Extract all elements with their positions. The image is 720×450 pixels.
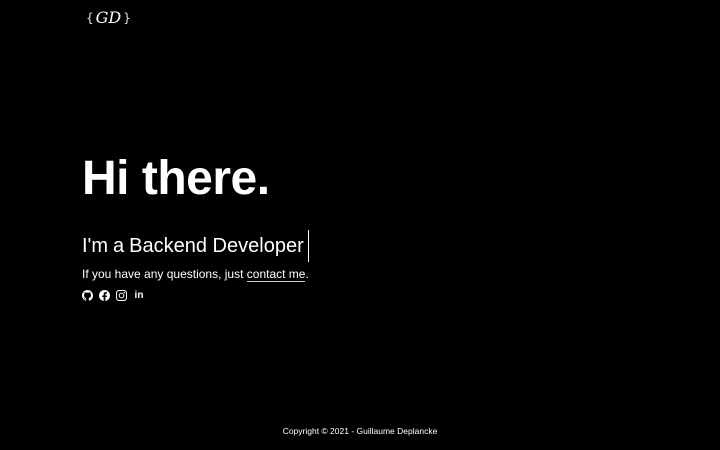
- footer: Copyright © 2021 - Guillaume Deplancke: [0, 425, 720, 437]
- logo-right-brace: }: [123, 10, 131, 25]
- github-icon: [82, 290, 93, 301]
- logo-initials: GD: [95, 8, 122, 27]
- contact-text-after: .: [305, 267, 309, 281]
- contact-line: If you have any questions, just contact …: [82, 266, 642, 283]
- instagram-icon: [116, 290, 127, 301]
- github-link[interactable]: [82, 290, 93, 301]
- facebook-link[interactable]: [99, 290, 110, 301]
- hero-section: Hi there. I'm a Backend Developer If you…: [82, 150, 642, 301]
- contact-text-before: If you have any questions, just: [82, 267, 247, 281]
- facebook-icon: [99, 290, 110, 301]
- role-text: Backend Developer: [129, 235, 304, 257]
- logo-left-brace: {: [86, 10, 94, 25]
- linkedin-link[interactable]: in: [133, 290, 145, 301]
- contact-link[interactable]: contact me: [246, 267, 306, 282]
- role-article: a: [113, 235, 125, 257]
- role-line: I'm a Backend Developer: [82, 230, 642, 262]
- site-logo[interactable]: { GD }: [86, 8, 131, 27]
- footer-copyright: Copyright © 2021 - Guillaume Deplancke: [282, 426, 438, 436]
- role-prefix: I'm: [82, 235, 109, 257]
- page: { GD } Hi there. I'm a Backend Developer…: [0, 0, 720, 450]
- typing-caret: [307, 230, 309, 262]
- social-links: in: [82, 290, 642, 301]
- hero-title: Hi there.: [82, 152, 270, 205]
- linkedin-icon: in: [134, 290, 144, 301]
- instagram-link[interactable]: [116, 290, 127, 301]
